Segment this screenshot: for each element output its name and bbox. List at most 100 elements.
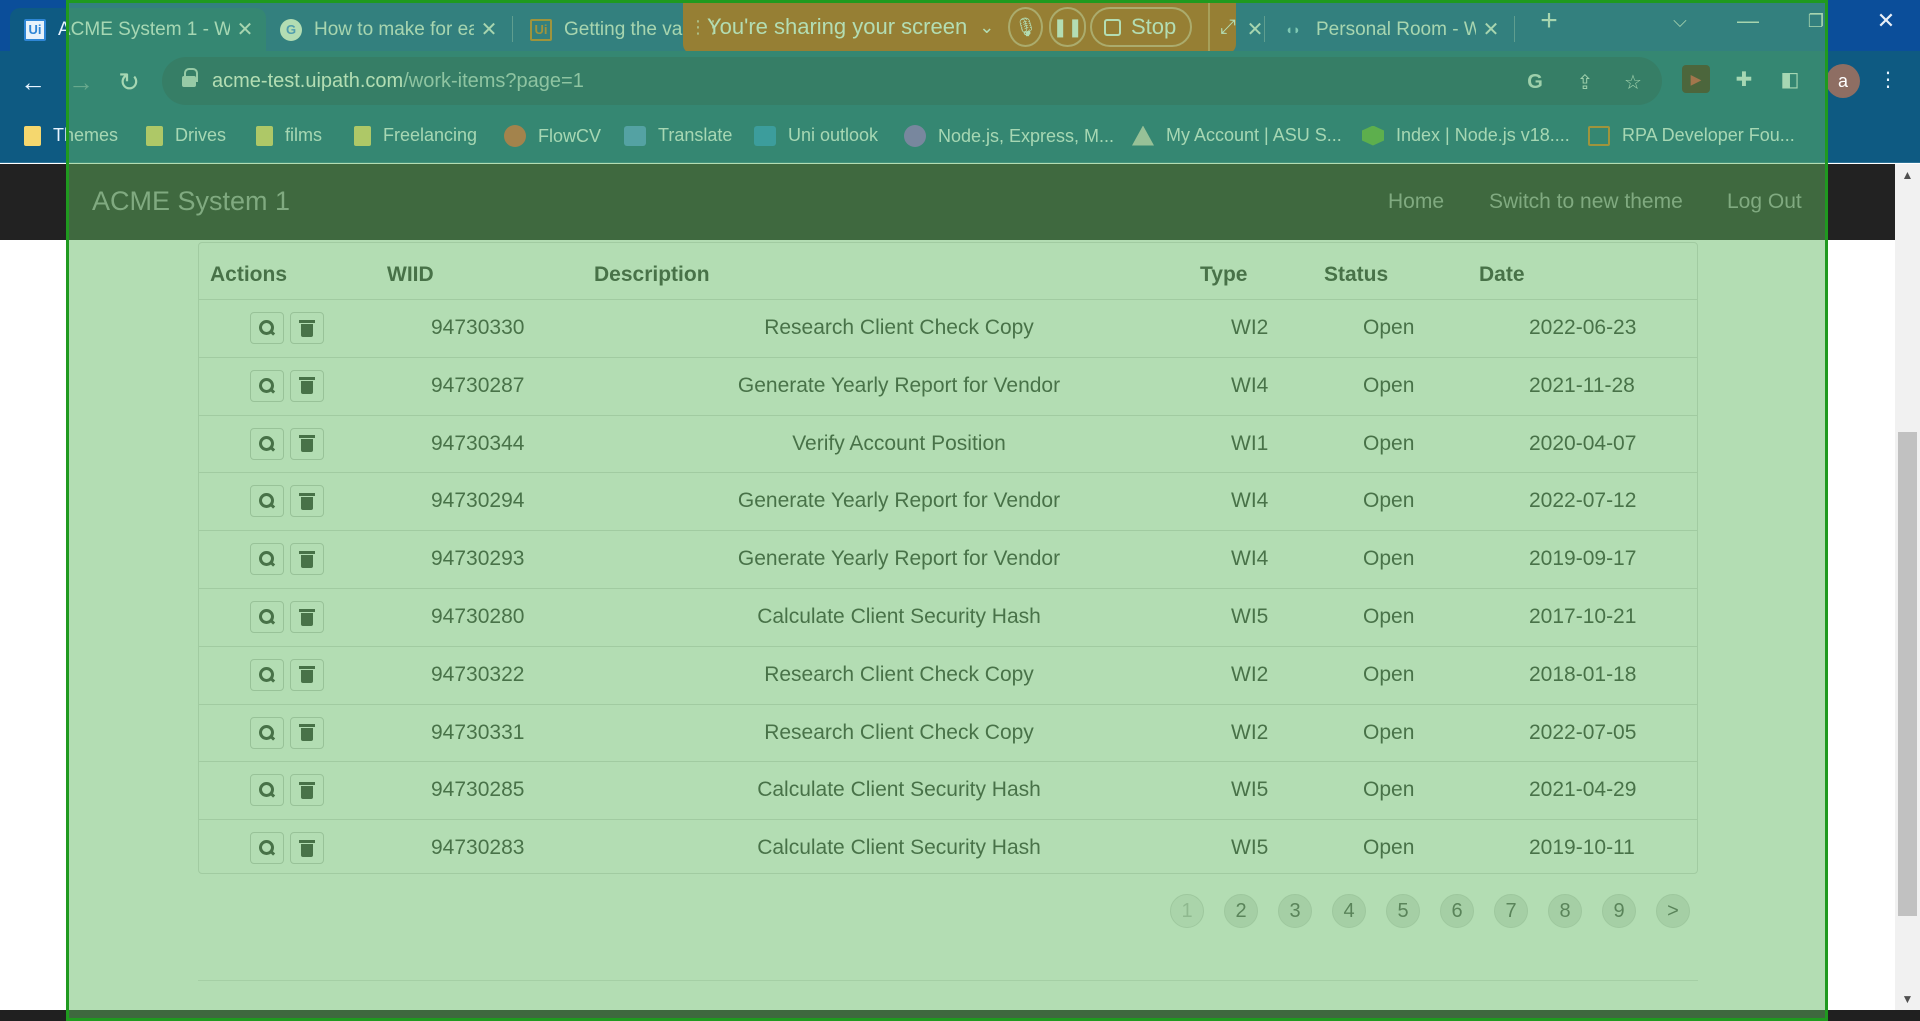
- close-icon[interactable]: ✕: [1244, 17, 1266, 42]
- bookmark-films[interactable]: films: [256, 125, 322, 146]
- url-text[interactable]: acme-test.uipath.com/work-items?page=1: [212, 70, 584, 93]
- scroll-up-arrow-icon[interactable]: ▲: [1895, 164, 1920, 186]
- close-icon[interactable]: ✕: [478, 17, 500, 42]
- nav-home-link[interactable]: Home: [1388, 190, 1444, 214]
- bookmark-label: Drives: [175, 125, 227, 145]
- view-button[interactable]: [250, 658, 284, 691]
- close-icon[interactable]: ✕: [1480, 17, 1502, 42]
- view-button[interactable]: [250, 485, 284, 518]
- delete-button[interactable]: [290, 312, 324, 344]
- close-icon[interactable]: ✕: [234, 17, 256, 42]
- expand-icon[interactable]: ⤢: [1220, 16, 1236, 39]
- view-button[interactable]: [250, 543, 284, 576]
- pagination-page-6[interactable]: 6: [1440, 894, 1474, 928]
- delete-button[interactable]: [290, 658, 324, 691]
- folder-icon: [24, 125, 41, 146]
- share-icon[interactable]: ⇪: [1572, 69, 1598, 95]
- bookmark-freelancing[interactable]: Freelancing: [354, 125, 477, 146]
- nav-switch-theme-link[interactable]: Switch to new theme: [1489, 190, 1683, 214]
- delete-button[interactable]: [290, 601, 324, 633]
- pagination-page-4[interactable]: 4: [1332, 894, 1366, 928]
- delete-button[interactable]: [290, 543, 324, 576]
- tab-how-to-make[interactable]: G How to make for ea ✕: [266, 8, 510, 51]
- page-scrollbar[interactable]: ▲ ▼: [1895, 164, 1920, 1010]
- pause-icon[interactable]: ❚❚: [1049, 7, 1086, 47]
- pagination-page-8[interactable]: 8: [1548, 894, 1582, 928]
- view-button[interactable]: [250, 369, 284, 402]
- more-menu-icon[interactable]: ⋮: [1874, 65, 1902, 93]
- reload-icon[interactable]: ↻: [112, 65, 146, 99]
- cell-date: 2019-09-17: [1529, 547, 1637, 571]
- delete-button[interactable]: [290, 774, 324, 807]
- tab-search-chevron-icon[interactable]: ⌵: [1650, 0, 1710, 42]
- pagination-page-9[interactable]: 9: [1602, 894, 1636, 928]
- cell-description: Calculate Client Security Hash: [757, 836, 1041, 860]
- drag-handle-icon[interactable]: ⋮⋮: [689, 17, 722, 38]
- pagination-page-7[interactable]: 7: [1494, 894, 1528, 928]
- os-taskbar: [0, 1010, 1920, 1021]
- scrollbar-thumb[interactable]: [1898, 432, 1917, 916]
- minimize-icon[interactable]: —: [1718, 0, 1778, 42]
- tab-title: How to make for ea: [314, 18, 474, 40]
- uipath-logo-icon: [1588, 125, 1610, 146]
- delete-button[interactable]: [290, 427, 324, 460]
- profile-avatar[interactable]: a: [1826, 64, 1860, 98]
- side-panel-icon[interactable]: ◧: [1776, 65, 1804, 93]
- table-row: 94730344 Verify Account Position WI1 Open 20…: [199, 414, 1697, 473]
- pagination-page-2[interactable]: 2: [1224, 894, 1258, 928]
- delete-button[interactable]: [290, 485, 324, 518]
- view-button[interactable]: [250, 312, 284, 344]
- bookmark-label: Node.js, Express, M...: [938, 125, 1115, 146]
- pagination-page-3[interactable]: 3: [1278, 894, 1312, 928]
- delete-button[interactable]: [290, 832, 324, 865]
- forward-arrow-icon[interactable]: →: [64, 65, 98, 99]
- puzzle-extensions-icon[interactable]: ✚: [1730, 65, 1758, 93]
- delete-button[interactable]: [290, 716, 324, 749]
- google-lens-icon[interactable]: G: [1522, 69, 1548, 95]
- view-button[interactable]: [250, 774, 284, 807]
- delete-button[interactable]: [290, 369, 324, 402]
- cell-type: WI2: [1231, 720, 1269, 744]
- microphone-icon[interactable]: 🎙︎: [1008, 7, 1044, 47]
- tab-getting-the-val[interactable]: Ui Getting the val: [516, 8, 686, 51]
- cell-status: Open: [1363, 836, 1415, 860]
- bookmark-nodejs-course[interactable]: Node.js, Express, M...: [904, 125, 1114, 147]
- view-button[interactable]: [250, 427, 284, 460]
- bookmark-asu-account[interactable]: My Account | ASU S...: [1132, 125, 1342, 146]
- pagination-page-1[interactable]: 1: [1170, 894, 1204, 928]
- view-button[interactable]: [250, 832, 284, 865]
- back-arrow-icon[interactable]: ←: [16, 65, 50, 99]
- view-button[interactable]: [250, 601, 284, 633]
- tab-acme-system[interactable]: Ui ACME System 1 - W ✕: [10, 8, 266, 51]
- pagination-page-5[interactable]: 5: [1386, 894, 1420, 928]
- outlook-icon: [754, 125, 776, 146]
- bookmark-label: films: [285, 125, 322, 145]
- bookmark-rpa-developer[interactable]: RPA Developer Fou...: [1588, 125, 1795, 146]
- header-wiid: WIID: [387, 263, 434, 286]
- stop-sharing-button[interactable]: Stop: [1090, 7, 1193, 47]
- app-brand[interactable]: ACME System 1: [92, 186, 290, 217]
- tab-personal-room[interactable]: ◖◗ Personal Room - W ✕: [1268, 8, 1512, 51]
- view-button[interactable]: [250, 716, 284, 749]
- stop-icon: [1104, 18, 1121, 36]
- cell-wiid: 94730287: [431, 373, 525, 397]
- nav-logout-link[interactable]: Log Out: [1727, 190, 1802, 214]
- restore-icon[interactable]: ❐: [1786, 0, 1846, 42]
- bookmark-translate[interactable]: Translate: [624, 125, 732, 146]
- address-bar[interactable]: acme-test.uipath.com/work-items?page=1 G…: [162, 57, 1662, 105]
- tab-separator: [1514, 16, 1515, 42]
- bookmark-label: Uni outlook: [788, 125, 879, 145]
- extension-video-icon[interactable]: ▶: [1682, 65, 1710, 93]
- bookmark-nodejs-docs[interactable]: Index | Node.js v18....: [1362, 125, 1570, 146]
- scroll-down-arrow-icon[interactable]: ▼: [1895, 988, 1920, 1010]
- lock-icon[interactable]: [182, 68, 198, 88]
- pagination-next-button[interactable]: >: [1656, 894, 1690, 928]
- new-tab-button[interactable]: +: [1519, 0, 1579, 42]
- bookmark-drives[interactable]: Drives: [146, 125, 226, 146]
- chevron-down-icon[interactable]: ⌄: [979, 17, 994, 38]
- bookmark-uni-outlook[interactable]: Uni outlook: [754, 125, 878, 146]
- bookmark-flowcv[interactable]: FlowCV: [504, 125, 601, 147]
- window-close-icon[interactable]: ✕: [1856, 0, 1916, 42]
- bookmark-star-icon[interactable]: ☆: [1620, 69, 1646, 95]
- bookmark-themes[interactable]: Themes: [24, 125, 118, 146]
